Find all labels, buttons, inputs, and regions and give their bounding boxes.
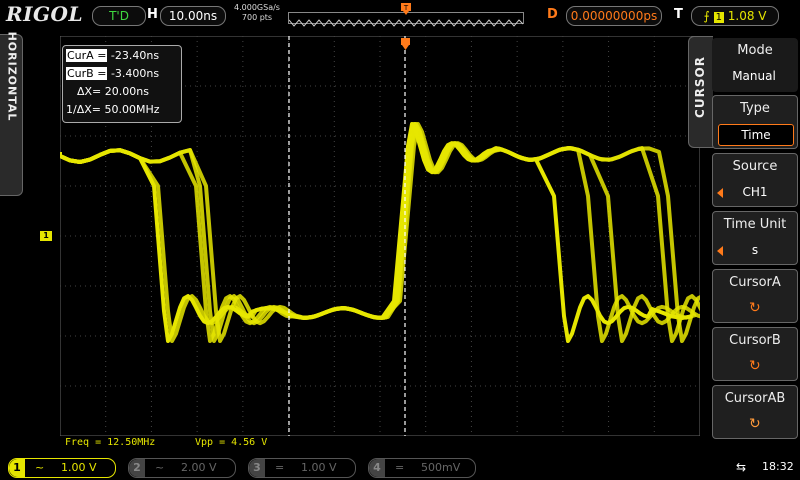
cursor-readout-box: CurA = -23.40ns CurB = -3.400ns ΔX= 20.0… <box>62 45 182 123</box>
trigger-marker-letter: T <box>403 4 409 12</box>
delta-x-label: ΔX= <box>77 85 102 98</box>
menu-item-cursor-ab[interactable]: CursorAB ↻ <box>712 385 798 439</box>
cursor-b-value: -3.400ns <box>110 67 160 80</box>
memory-depth-value: 700 pts <box>241 13 273 22</box>
vpp-measurement: Vpp = 4.56 V <box>195 437 268 448</box>
multipurpose-knob-icon: ↻ <box>749 300 761 316</box>
channel-3-number: 3 <box>249 459 265 477</box>
channel-1-coupling: ~ <box>35 461 45 474</box>
source-value: CH1 <box>742 185 768 199</box>
menu-item-cursor-b[interactable]: CursorB ↻ <box>712 327 798 381</box>
trigger-readout[interactable]: ⨍ 1 1.08 V <box>691 6 779 26</box>
mode-title: Mode <box>737 43 773 58</box>
timebase-readout[interactable]: 10.00ns <box>160 6 226 26</box>
menu-item-mode[interactable]: Mode Manual <box>712 38 798 92</box>
trigger-marker-icon: T <box>401 3 411 15</box>
menu-item-cursor-a[interactable]: CursorA ↻ <box>712 269 798 323</box>
channel-3-box[interactable]: 3 = 1.00 V <box>248 458 356 478</box>
system-clock: 18:32 <box>762 460 794 473</box>
trigger-source-badge: 1 <box>713 12 724 23</box>
trigger-position-marker: T <box>401 3 411 18</box>
cursor-b-title: CursorB <box>729 333 781 348</box>
inv-delta-x-label: 1/ΔX= <box>66 103 101 116</box>
sample-rate-value: 4.000GSa/s <box>234 3 280 12</box>
mode-value: Manual <box>732 69 776 83</box>
menu-title: CURSOR <box>693 56 707 118</box>
cursor-a-value: -23.40ns <box>110 49 160 62</box>
ch1-offset-marker[interactable]: 1 <box>40 231 52 241</box>
memory-waveform-thumbnail <box>288 19 524 27</box>
channel-1-scale: 1.00 V <box>61 461 97 474</box>
type-value: Time <box>718 124 794 146</box>
menu-item-type[interactable]: Type Time <box>712 95 798 149</box>
channel-4-box[interactable]: 4 = 500mV <box>368 458 476 478</box>
channel-4-number: 4 <box>369 459 385 477</box>
delay-label: D <box>547 7 558 22</box>
multipurpose-knob-icon: ↻ <box>749 416 761 432</box>
cursor-a-row: CurA = -23.40ns <box>66 48 159 63</box>
cursor-b-row: CurB = -3.400ns <box>66 66 159 81</box>
cursor-a-title: CursorA <box>729 275 781 290</box>
sample-rate-readout: 4.000GSa/s 700 pts <box>230 3 284 23</box>
run-state-indicator[interactable]: T'D <box>92 6 146 26</box>
measurement-bar: Freq = 12.50MHz Vpp = 4.56 V <box>60 437 700 449</box>
cursor-b-label: CurB = <box>66 67 108 80</box>
channel-3-coupling: = <box>275 461 285 474</box>
freq-measurement: Freq = 12.50MHz <box>65 437 156 448</box>
channel-4-scale: 500mV <box>421 461 461 474</box>
multipurpose-knob-icon: ↻ <box>749 358 761 374</box>
trigger-level-value: 1.08 V <box>727 9 767 23</box>
channel-4-coupling: = <box>395 461 405 474</box>
channel-2-scale: 2.00 V <box>181 461 217 474</box>
time-unit-title: Time Unit <box>723 217 787 232</box>
menu-item-source[interactable]: Source CH1 <box>712 153 798 207</box>
inv-delta-x-value: 50.00MHz <box>104 103 160 116</box>
channel-2-coupling: ~ <box>155 461 165 474</box>
channel-3-scale: 1.00 V <box>301 461 337 474</box>
inv-delta-x-row: 1/ΔX= 50.00MHz <box>66 102 160 117</box>
horizontal-tab-label: HORIZONTAL <box>5 31 19 122</box>
delta-x-value: 20.00ns <box>104 85 149 98</box>
channel-1-number: 1 <box>9 459 25 477</box>
delay-readout[interactable]: 0.00000000ps <box>566 6 662 26</box>
menu-item-time-unit[interactable]: Time Unit s <box>712 211 798 265</box>
source-title: Source <box>732 159 778 174</box>
channel-2-number: 2 <box>129 459 145 477</box>
usb-icon: ⇆ <box>736 460 747 474</box>
type-title: Type <box>740 101 770 116</box>
time-unit-value: s <box>751 243 759 257</box>
cursor-ab-title: CursorAB <box>724 391 786 406</box>
rising-edge-icon: ⨍ <box>703 9 710 23</box>
delta-x-row: ΔX= 20.00ns <box>77 84 149 99</box>
cursor-a-label: CurA = <box>66 49 108 62</box>
horizontal-label: H <box>147 7 158 22</box>
channel-1-box[interactable]: 1 ~ 1.00 V <box>8 458 116 478</box>
channel-2-box[interactable]: 2 ~ 2.00 V <box>128 458 236 478</box>
trigger-label: T <box>674 7 683 22</box>
